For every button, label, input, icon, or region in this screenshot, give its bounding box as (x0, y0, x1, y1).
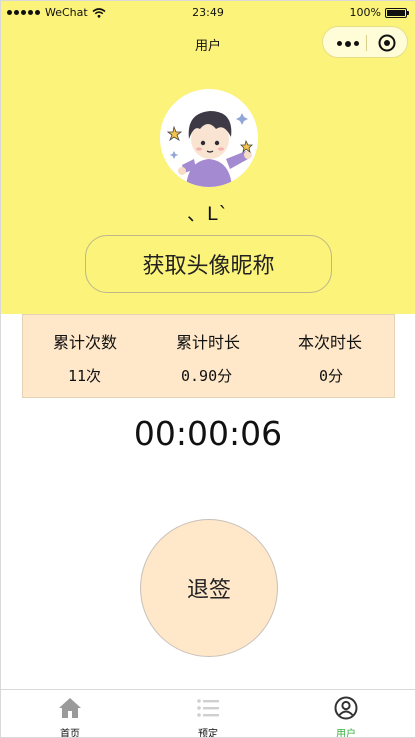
stat-label-total-duration: 累计时长 (176, 333, 241, 352)
list-icon (197, 699, 219, 717)
stat-value-total-count: 11次 (68, 367, 102, 385)
profile-header: WeChat 23:49 100% 用户 、L` 获取头像昵称 (1, 1, 415, 314)
stat-label-total-count: 累计次数 (53, 333, 118, 352)
tab-home[interactable]: 首页 (1, 690, 139, 738)
status-bar: WeChat 23:49 100% (1, 1, 415, 25)
battery-icon (385, 7, 409, 18)
status-right: 100% (349, 6, 409, 19)
battery-percent: 100% (349, 6, 381, 19)
checkout-button[interactable]: 退签 (140, 519, 278, 657)
tab-booking-label: 预定 (198, 729, 218, 738)
avatar-illustration (160, 89, 258, 187)
user-nickname: 、L` (186, 203, 230, 225)
user-icon (334, 696, 358, 720)
app-frame: WeChat 23:49 100% 用户 、L` 获取头像昵称 累计次数 累计时… (0, 0, 416, 738)
stat-value-current-duration: 0分 (319, 367, 344, 385)
tab-user[interactable]: 用户 (277, 690, 415, 738)
close-target-icon[interactable] (378, 34, 396, 52)
home-icon (59, 698, 81, 718)
stat-label-current-duration: 本次时长 (298, 333, 363, 352)
session-timer: 00:00:06 (133, 414, 283, 453)
get-profile-button[interactable]: 获取头像昵称 (85, 235, 332, 293)
tab-home-label: 首页 (60, 729, 80, 738)
miniprogram-capsule (322, 26, 408, 58)
avatar[interactable] (160, 89, 258, 187)
tab-bar: 首页 预定 用户 (1, 689, 415, 738)
capsule-divider (366, 35, 367, 51)
more-icon[interactable] (337, 40, 359, 47)
tab-user-label: 用户 (336, 729, 356, 738)
stats-panel: 累计次数 累计时长 本次时长 11次 0.90分 0分 (22, 314, 395, 398)
stat-value-total-duration: 0.90分 (181, 367, 233, 385)
tab-booking[interactable]: 预定 (139, 690, 277, 738)
